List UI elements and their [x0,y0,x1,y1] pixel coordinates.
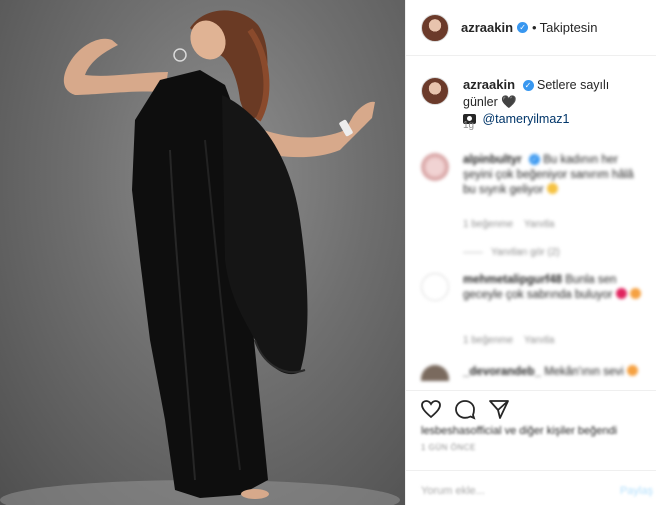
post-actions: lesbeshasofficial ve diğer kişiler beğen… [406,390,656,460]
view-replies-label: Yanıtları gör (2) [491,247,560,258]
post-caption: azraakin ✓ Setlere sayılı günler 🖤 @tame… [421,76,646,128]
comment-text: _devorandeb_ Mekân'ının sevi [463,365,643,380]
follow-status-button[interactable]: Takiptesin [540,20,598,35]
comment-meta: 1 beğenme Yanıtla [463,219,554,230]
post-header: azraakin ✓ • Takiptesin [406,0,656,56]
comment-avatar[interactable] [421,273,449,301]
comment-username[interactable]: mehmetalipgurf48 [463,274,562,286]
caption-mention-link[interactable]: @tameryilmaz1 [482,112,569,126]
action-icons [419,397,511,421]
post-date: 1 GÜN ÖNCE [421,443,476,452]
caption-heart-emoji: 🖤 [501,95,517,109]
heart-emoji-icon [615,288,627,299]
comment-likes[interactable]: 1 beğenme [463,335,513,346]
comment-username[interactable]: alpinbultyr [463,154,522,166]
dancing-woman-photo [0,10,400,505]
header-separator: • [532,20,537,35]
caption-username[interactable]: azraakin [463,77,515,92]
verified-badge-icon: ✓ [522,80,534,92]
comment-icon[interactable] [453,397,477,421]
comment-username[interactable]: _devorandeb_ [463,366,541,378]
add-comment-bar: Yorum ekle... Paylaş [406,470,656,505]
author-username[interactable]: azraakin [461,20,513,35]
comment-avatar[interactable] [421,153,449,181]
author-avatar[interactable] [421,13,449,42]
comment-text: alpinbultyr ✓ Bu kadının her şeyini çok … [463,153,643,198]
verified-badge-icon: ✓ [517,22,529,33]
comment-text: mehmetalipgurf48 Bunla sen geceyle çok s… [463,273,643,303]
caption-timestamp[interactable]: 1g [463,120,474,131]
comments-list: alpinbultyr ✓ Bu kadının her şeyini çok … [406,145,656,385]
comment-body: Mekân'ının sevi [544,366,624,378]
caption-avatar[interactable] [421,77,449,105]
add-comment-input[interactable]: Yorum ekle... [421,485,485,497]
emoji-icon [626,365,638,376]
post-comment-button[interactable]: Paylaş [620,485,653,497]
comment-reply-button[interactable]: Yanıtla [524,335,554,346]
comment-meta: 1 beğenme Yanıtla [463,335,554,346]
post-sidebar: azraakin ✓ • Takiptesin azraakin ✓ Setle… [405,0,656,505]
likes-summary[interactable]: lesbeshasofficial ve diğer kişiler beğen… [421,425,617,437]
comment-reply-button[interactable]: Yanıtla [524,219,554,230]
heart-icon[interactable] [419,397,443,421]
share-icon[interactable] [487,397,511,421]
emoji-icon [546,183,558,194]
replies-divider [463,251,483,253]
caption-body: azraakin ✓ Setlere sayılı günler 🖤 @tame… [463,76,646,128]
comment-likes[interactable]: 1 beğenme [463,219,513,230]
verified-badge-icon: ✓ [528,154,540,166]
view-replies[interactable]: Yanıtları gör (2) [463,247,560,258]
post-photo[interactable] [0,0,405,505]
emoji-icon [630,288,641,299]
comment-avatar[interactable] [421,365,449,381]
instagram-post: azraakin ✓ • Takiptesin azraakin ✓ Setle… [0,0,656,505]
